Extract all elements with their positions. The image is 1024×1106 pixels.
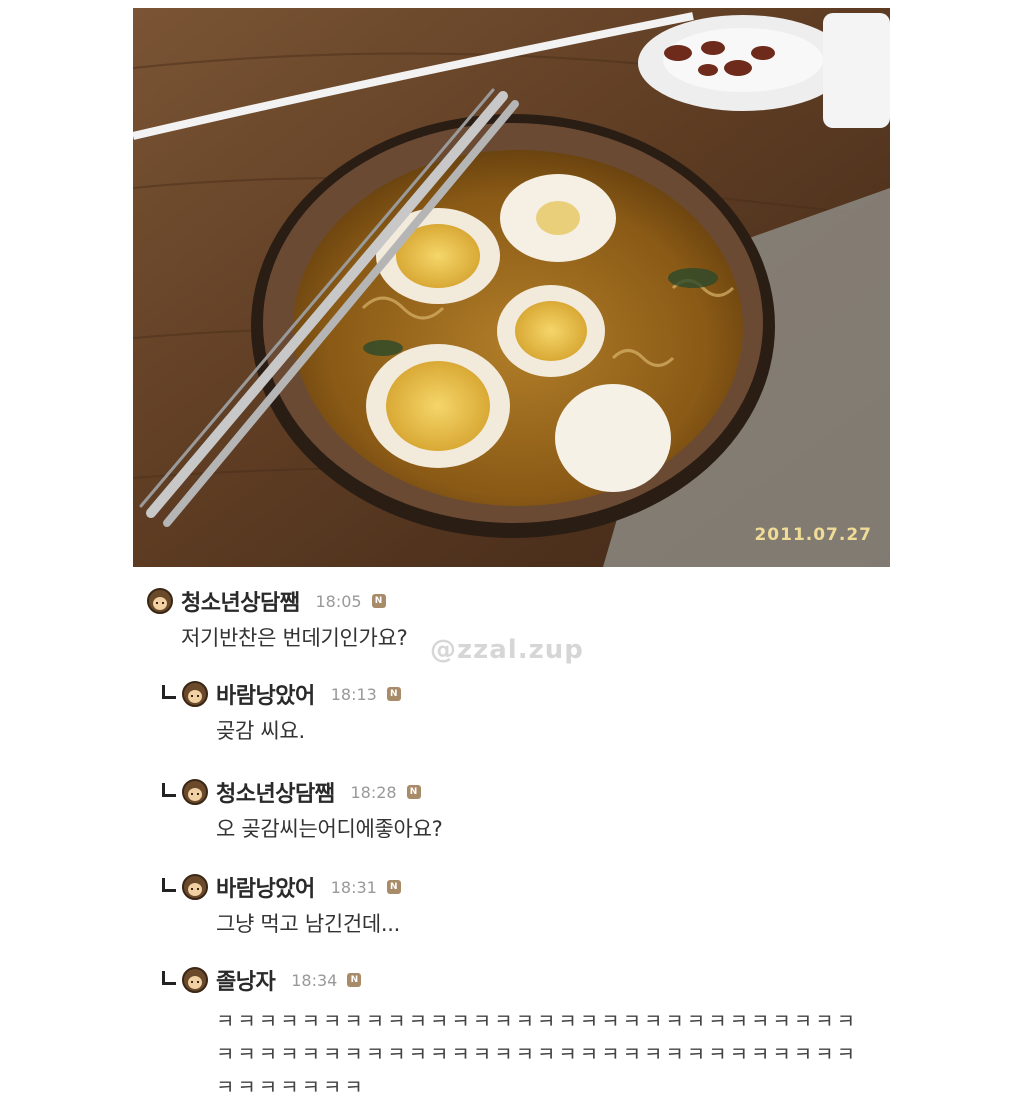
new-badge-icon: N [386,880,401,894]
comment-header: 청소년상담쨈 18:28 N [162,775,442,809]
reply-arrow-icon [162,971,176,985]
comment-nick[interactable]: 바람낭았어 [216,678,315,710]
comment-text: 그냥 먹고 남긴건데... [216,912,401,936]
avatar-icon [182,779,208,805]
comment-time: 18:13 [330,684,377,704]
comment-time: 18:28 [350,782,397,802]
comment-text: ㅋㅋㅋㅋㅋㅋㅋㅋㅋㅋㅋㅋㅋㅋㅋㅋㅋㅋㅋㅋㅋㅋㅋㅋㅋㅋㅋㅋㅋㅋㅋㅋㅋㅋㅋㅋㅋㅋㅋㅋ… [216,1009,858,1099]
comment-nick[interactable]: 졸낭자 [216,964,276,996]
reply-arrow-icon [162,878,176,892]
comment-header: 바람낭았어 18:31 N [162,870,401,904]
new-badge-icon: N [406,785,421,799]
comment-text: 오 곶감씨는어디에좋아요? [216,817,443,841]
avatar-icon [147,588,173,614]
comment-4: 바람낭았어 18:31 N 그냥 먹고 남긴건데... [162,870,401,938]
comment-time: 18:34 [291,970,338,990]
avatar-icon [182,874,208,900]
comment-nick[interactable]: 바람낭았어 [216,871,315,903]
comment-nick[interactable]: 청소년상담쨈 [216,776,335,808]
comment-header: 청소년상담쨈 18:05 N [147,584,407,618]
reply-arrow-icon [162,685,176,699]
new-badge-icon: N [347,973,362,987]
comment-5: 졸낭자 18:34 N ㅋㅋㅋㅋㅋㅋㅋㅋㅋㅋㅋㅋㅋㅋㅋㅋㅋㅋㅋㅋㅋㅋㅋㅋㅋㅋㅋㅋ… [162,963,876,1104]
comment-time: 18:31 [330,877,377,897]
new-badge-icon: N [371,594,386,608]
comment-header: 바람낭았어 18:13 N [162,677,401,711]
comment-3: 청소년상담쨈 18:28 N 오 곶감씨는어디에좋아요? [162,775,443,843]
avatar-icon [182,967,208,993]
avatar-icon [182,681,208,707]
photo-date-stamp: 2011.07.27 [754,525,872,545]
comment-thread: 청소년상담쨈 18:05 N 저기반찬은 번데기인가요? 바람낭았어 18:13… [0,580,1024,1106]
comment-2: 바람낭았어 18:13 N 곶감 씨요. [162,677,401,745]
reply-arrow-icon [162,783,176,797]
new-badge-icon: N [386,687,401,701]
ramen-photo: 2011.07.27 [133,8,890,567]
comment-time: 18:05 [315,591,362,611]
comment-nick[interactable]: 청소년상담쨈 [181,585,300,617]
comment-1: 청소년상담쨈 18:05 N 저기반찬은 번데기인가요? [147,584,408,652]
comment-header: 졸낭자 18:34 N [162,963,876,997]
ramen-bowl-image [133,8,890,567]
comment-text: 곶감 씨요. [216,719,305,743]
comment-text: 저기반찬은 번데기인가요? [181,626,408,650]
